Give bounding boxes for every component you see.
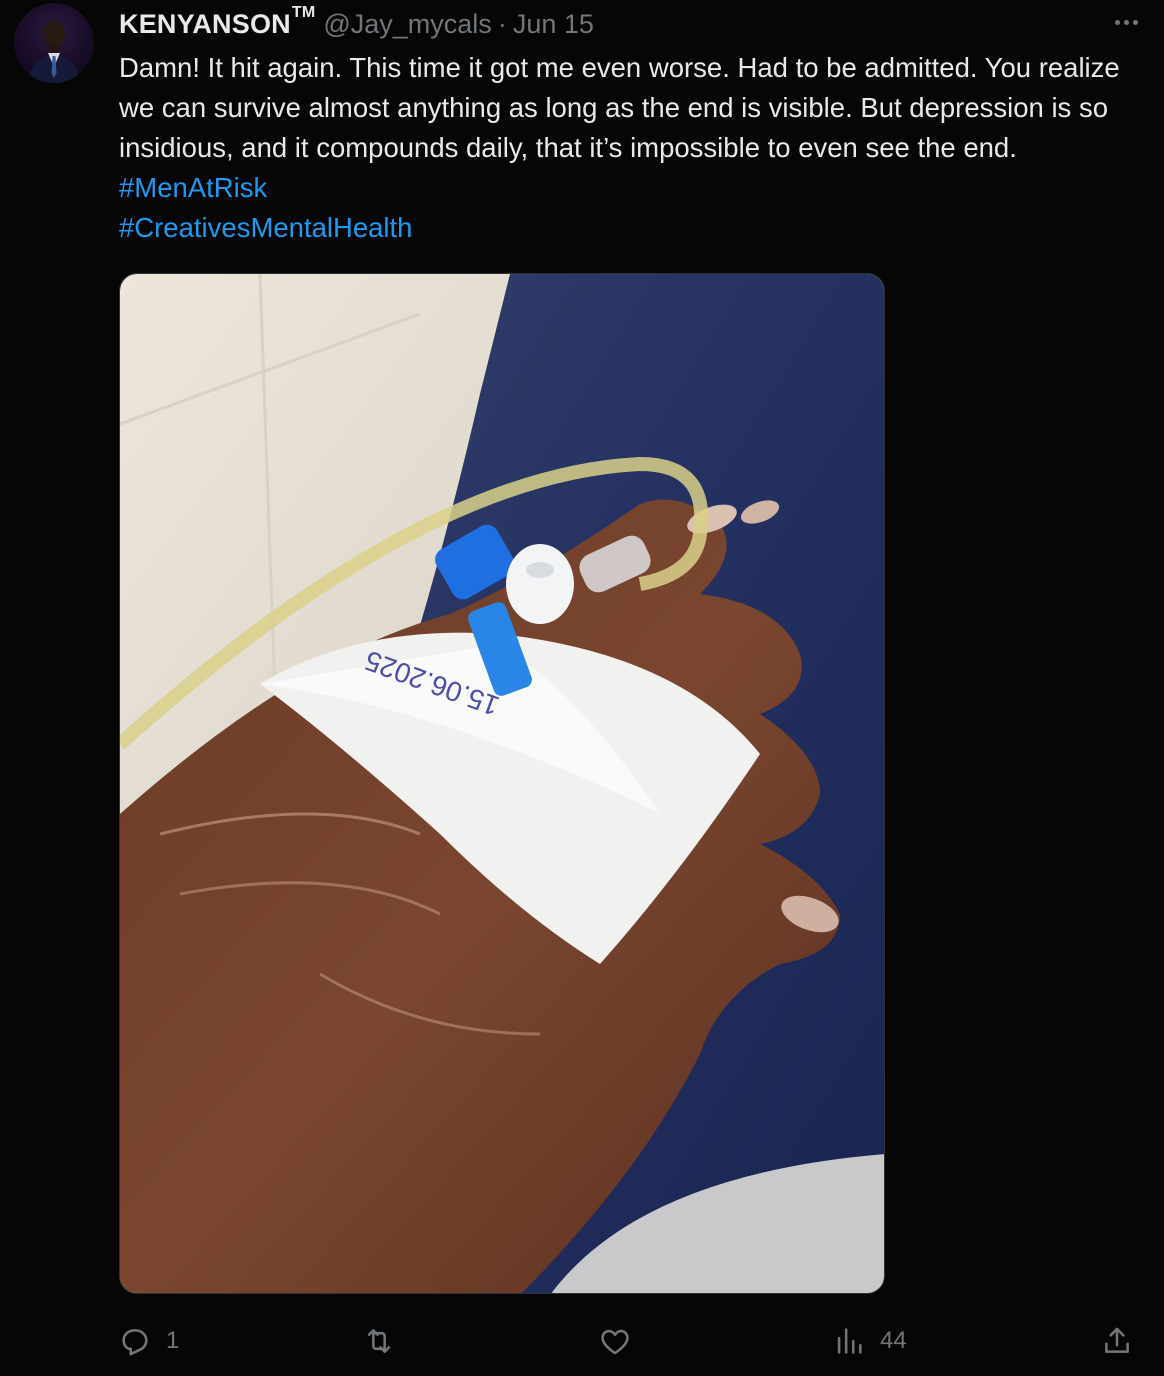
tweet-date[interactable]: Jun 15 <box>513 9 594 40</box>
reply-count: 1 <box>166 1327 180 1354</box>
tweet-body: Damn! It hit again. This time it got me … <box>119 52 1120 163</box>
views-button[interactable]: 44 <box>832 1318 907 1364</box>
reply-button[interactable]: 1 <box>118 1318 179 1364</box>
views-count: 44 <box>880 1327 907 1354</box>
display-name-suffix: TM <box>291 3 316 21</box>
more-icon[interactable] <box>1108 12 1144 32</box>
share-button[interactable] <box>1100 1318 1134 1364</box>
tweet-photo[interactable]: 15.06.2025 <box>119 273 885 1294</box>
avatar-image <box>28 21 80 83</box>
display-name[interactable]: KENYANSONTM <box>119 4 315 40</box>
tweet-actions: 1 44 <box>0 1318 1164 1364</box>
retweet-button[interactable] <box>362 1318 410 1364</box>
retweet-icon <box>367 1329 391 1353</box>
display-name-text: KENYANSON <box>119 8 291 39</box>
avatar[interactable] <box>14 3 94 83</box>
tweet: KENYANSONTM @Jay_mycals · Jun 15 Damn! I… <box>0 0 1164 1376</box>
like-button[interactable] <box>598 1318 646 1364</box>
iv-cannula-photo: 15.06.2025 <box>120 274 884 1293</box>
hashtag-link[interactable]: #CreativesMentalHealth <box>119 212 412 243</box>
user-handle[interactable]: @Jay_mycals <box>323 9 491 40</box>
share-icon <box>1105 1327 1129 1353</box>
separator-dot: · <box>497 8 507 39</box>
reply-icon <box>122 1329 148 1356</box>
like-icon <box>601 1329 629 1355</box>
tweet-text: Damn! It hit again. This time it got me … <box>119 48 1149 248</box>
views-icon <box>837 1328 862 1354</box>
hashtag-link[interactable]: #MenAtRisk <box>119 172 267 203</box>
tweet-header: KENYANSONTM @Jay_mycals · Jun 15 <box>119 4 594 42</box>
